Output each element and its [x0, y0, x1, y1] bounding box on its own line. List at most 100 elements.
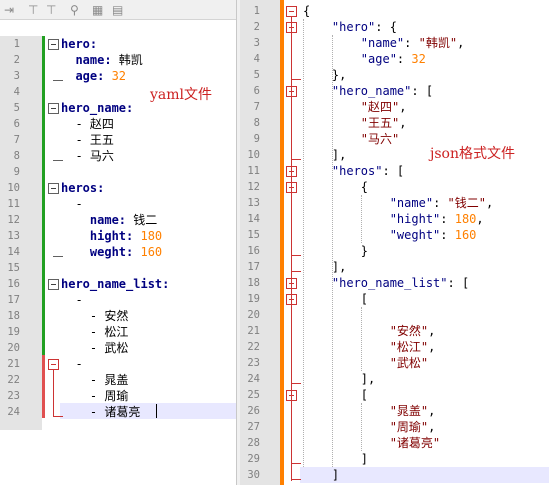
line-number: 20	[7, 342, 20, 354]
code-line: hero_name_list:	[61, 276, 169, 292]
code-token: - 安然	[61, 309, 129, 323]
code-token: "weght"	[389, 228, 441, 242]
code-token: - 松江	[61, 325, 129, 339]
line-number: 25	[247, 389, 260, 401]
code-token: ,	[457, 36, 465, 50]
code-token: 180	[454, 212, 477, 226]
code-token: 32	[411, 52, 426, 66]
line-number: 15	[247, 229, 260, 241]
fold-toggle-icon[interactable]	[48, 39, 59, 50]
change-history-bar-modified	[42, 355, 45, 418]
line-number-gutter: 1 2 3 4 5 6 7 8 9 10 11 12 13 14 15 16 17 18 19 20 21 22 23 24	[0, 36, 42, 430]
fold-toggle-icon[interactable]	[48, 359, 59, 370]
grid-icon[interactable]: ▦	[92, 3, 103, 17]
fold-toggle-icon[interactable]	[48, 183, 59, 194]
fold-toggle-icon[interactable]	[48, 103, 59, 114]
code-line: -	[61, 356, 83, 372]
code-line: "王五",	[303, 115, 407, 131]
line-number: 13	[7, 230, 20, 242]
code-token: hight:	[61, 229, 141, 243]
code-line: "hero_name": [	[303, 83, 433, 99]
code-token: hero:	[61, 37, 98, 51]
line-number: 24	[247, 373, 260, 385]
code-line: "诸葛亮"	[303, 435, 440, 451]
json-annotation: json格式文件	[430, 146, 515, 162]
code-token: - 周瑜	[61, 389, 129, 403]
line-number: 12	[7, 214, 20, 226]
line-number: 21	[247, 325, 260, 337]
fold-toggle-icon[interactable]	[48, 279, 59, 290]
code-line: [	[303, 387, 368, 403]
line-number: 7	[13, 134, 20, 146]
code-token: : {	[375, 20, 397, 34]
code-token: 韩凯	[118, 53, 143, 67]
code-token: "赵四"	[360, 100, 400, 114]
code-token: :	[440, 212, 455, 226]
line-number: 6	[253, 85, 260, 97]
code-line: hight: 180	[61, 228, 162, 244]
code-token: ],	[303, 372, 376, 386]
line-number: 22	[7, 374, 20, 386]
code-line: - 安然	[61, 308, 128, 324]
line-number: 16	[7, 278, 20, 290]
tab-bar-gap	[0, 20, 236, 36]
code-token: ,	[399, 116, 407, 130]
code-line: "hight": 180,	[303, 211, 484, 227]
code-line: - 晁盖	[61, 372, 128, 388]
line-number: 14	[247, 213, 260, 225]
code-token: : [	[447, 276, 470, 290]
code-token: -	[61, 357, 83, 371]
code-token: :	[440, 228, 455, 242]
line-number: 20	[247, 309, 260, 321]
line-number: 24	[7, 406, 20, 418]
line-number: 2	[253, 21, 260, 33]
document-icon[interactable]: ▤	[112, 3, 123, 17]
code-token: "age"	[360, 52, 397, 66]
code-token: ,	[428, 420, 436, 434]
code-token: "hight"	[389, 212, 441, 226]
code-line: "name": "韩凯",	[303, 35, 465, 51]
code-line: "松江",	[303, 339, 436, 355]
code-token: - 诸葛亮	[61, 405, 141, 419]
code-line: "赵四",	[303, 99, 407, 115]
line-number: 23	[7, 390, 20, 402]
line-number: 9	[253, 133, 260, 145]
line-number: 29	[247, 453, 260, 465]
line-number: 11	[7, 198, 20, 210]
code-token: }	[303, 244, 369, 258]
code-line: age: 32	[61, 68, 126, 84]
line-number: 5	[253, 69, 260, 81]
fold-toggle-icon[interactable]	[286, 6, 297, 17]
indent-icon[interactable]: ⇥	[4, 3, 14, 17]
json-editor[interactable]: 1 2 3 4 5 6 7 8 9 10 11 12 13 14 15 16 17 18 19 20 21 22 23 24 2…	[240, 0, 549, 485]
code-token: heros:	[61, 181, 105, 195]
code-line: "age": 32	[303, 51, 426, 67]
code-line: "周瑜",	[303, 419, 436, 435]
code-line: "name": "钱二",	[303, 195, 494, 211]
code-token: hero_name:	[61, 101, 134, 115]
code-line: {	[303, 179, 368, 195]
code-line: name: 钱二	[61, 212, 157, 228]
code-token: "松江"	[389, 340, 429, 354]
code-line: ],	[303, 371, 375, 387]
code-token: - 王五	[61, 133, 114, 147]
code-line: - 赵四	[61, 116, 113, 132]
yaml-editor[interactable]: ⇥ ⊤ ⊤ ⚲ ▦ ▤ 1 2 3 4 5 6 7 8 9 10 11 12 13 14 15 16 17 18 1…	[0, 0, 236, 430]
code-token: "王五"	[360, 116, 400, 130]
fold-icon[interactable]: ⊤	[28, 3, 38, 17]
code-token: {	[303, 4, 311, 18]
code-token: 160	[454, 228, 477, 242]
fold-icon[interactable]: ⊤	[46, 3, 56, 17]
code-token: :	[396, 52, 412, 66]
line-number: 19	[247, 293, 260, 305]
marker-icon[interactable]: ⚲	[70, 3, 79, 17]
code-token: "name"	[360, 36, 405, 50]
